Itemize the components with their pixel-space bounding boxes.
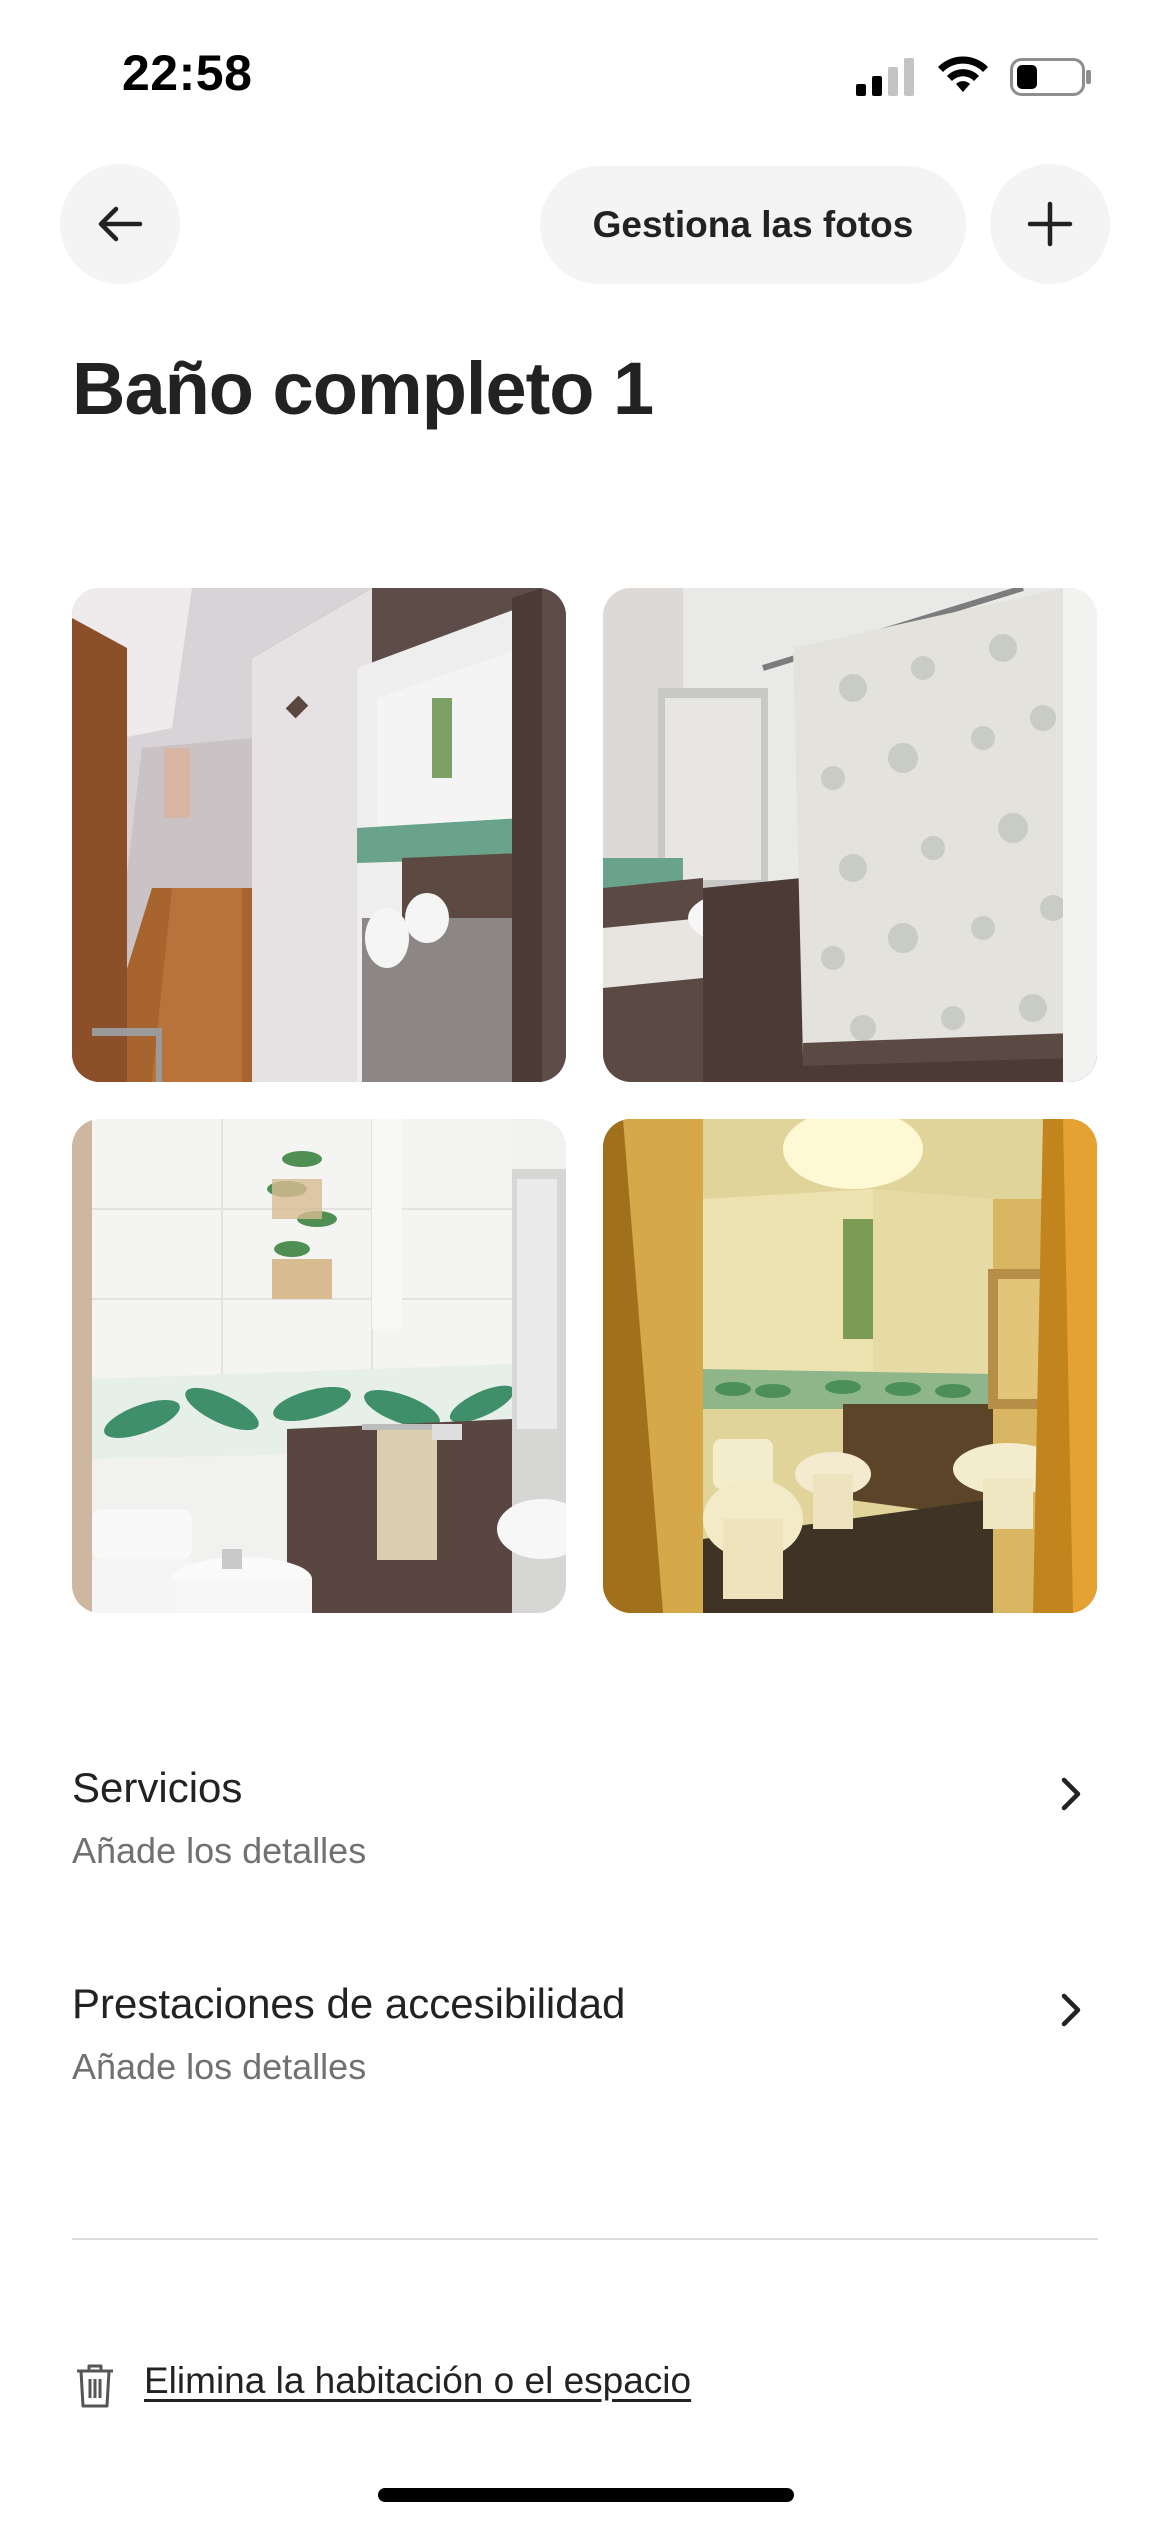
services-row[interactable]: Servicios Añade los detalles	[72, 1764, 1098, 1904]
photo-bathroom-warm[interactable]	[603, 1119, 1097, 1613]
photo-shower-curtain[interactable]	[603, 588, 1097, 1082]
services-title: Servicios	[72, 1764, 243, 1811]
cellular-signal-icon	[856, 58, 914, 96]
back-button[interactable]	[60, 164, 180, 284]
divider	[72, 2238, 1098, 2240]
accessibility-title: Prestaciones de accesibilidad	[72, 1980, 626, 2027]
photo-toilet-towel[interactable]	[72, 1119, 566, 1613]
wifi-icon	[938, 56, 988, 92]
delete-room-link[interactable]: Elimina la habitación o el espacio	[144, 2360, 691, 2402]
add-photo-button[interactable]	[990, 164, 1110, 284]
arrow-left-icon	[98, 206, 143, 242]
services-subtitle: Añade los detalles	[72, 1830, 367, 1871]
home-indicator[interactable]	[378, 2488, 794, 2502]
trash-icon[interactable]	[74, 2362, 116, 2410]
plus-icon	[1027, 201, 1073, 247]
chevron-right-icon	[1061, 1777, 1081, 1811]
manage-photos-button[interactable]: Gestiona las fotos	[540, 166, 966, 284]
page-title: Baño completo 1	[72, 347, 654, 430]
photo-hallway[interactable]	[72, 588, 566, 1082]
status-time: 22:58	[122, 45, 253, 101]
battery-icon	[1010, 58, 1091, 96]
accessibility-subtitle: Añade los detalles	[72, 2046, 367, 2087]
accessibility-row[interactable]: Prestaciones de accesibilidad Añade los …	[72, 1980, 1098, 2120]
chevron-right-icon	[1061, 1993, 1081, 2027]
